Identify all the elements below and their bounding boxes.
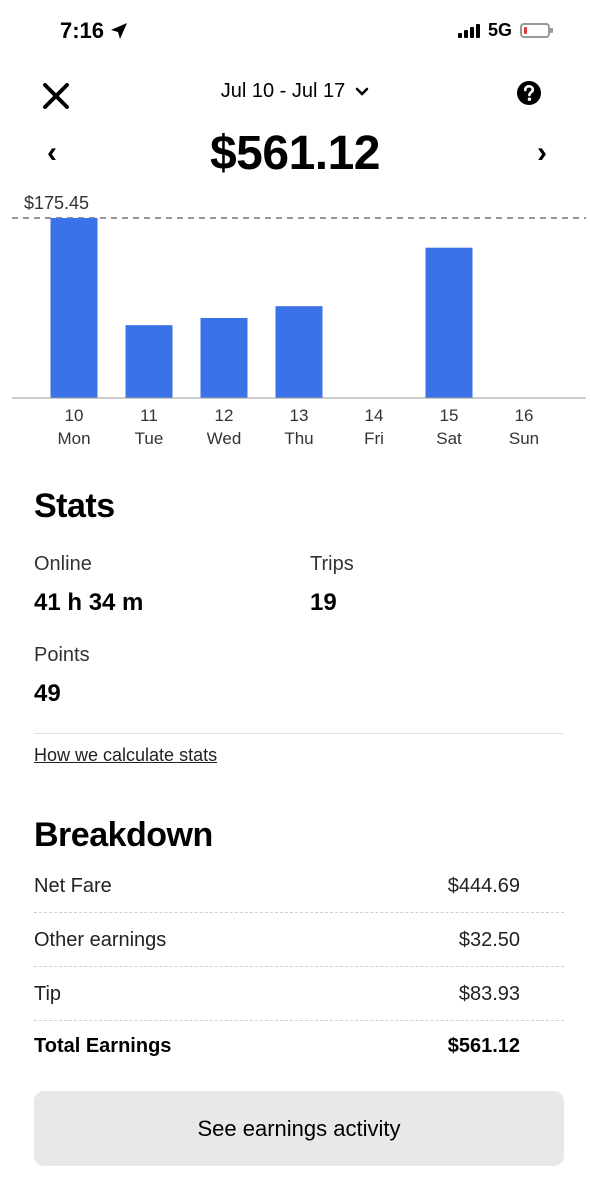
chart-bar-thu[interactable] [275, 306, 323, 398]
breakdown-row-tip: Tip $83.93 [34, 983, 520, 1006]
see-earnings-activity-label: See earnings activity [197, 1115, 401, 1141]
x-tick-day-number: 14 [365, 406, 384, 425]
x-tick-day-number: 13 [290, 406, 309, 425]
x-tick-day-number: 15 [440, 406, 459, 425]
x-tick-day-number: 12 [215, 406, 234, 425]
date-range-selector[interactable]: Jul 10 - Jul 17 [0, 80, 590, 103]
row-divider [34, 912, 564, 913]
row-divider [34, 1020, 564, 1021]
status-time-text: 7:16 [60, 18, 105, 43]
x-tick-day-number: 11 [140, 406, 158, 425]
help-button[interactable] [516, 80, 542, 106]
trips-label: Trips [310, 553, 354, 575]
x-tick-day-name: Thu [284, 429, 313, 448]
chevron-right-icon: › [537, 136, 547, 169]
earnings-bar-chart: $175.45 10 Mon 11 Tue 12 Wed 13 Thu 14 Fri 15 Sat 16… [12, 193, 586, 448]
breakdown-row-label: Other earnings [34, 929, 167, 951]
stats-divider [34, 733, 564, 734]
breakdown-row-value: $83.93 [458, 983, 520, 1005]
chart-bar-sat[interactable] [425, 247, 473, 398]
chevron-down-icon [356, 87, 369, 96]
breakdown-row-label: Tip [34, 983, 62, 1005]
next-week-button[interactable]: › [530, 136, 554, 170]
x-tick-day-name: Tue [135, 429, 164, 448]
chart-bar-tue[interactable] [125, 325, 173, 398]
breakdown-row-other-earnings: Other earnings $32.50 [34, 929, 520, 952]
breakdown-row-net-fare: Net Fare $444.69 [34, 875, 520, 898]
see-earnings-activity-button[interactable]: See earnings activity [34, 1091, 564, 1166]
row-divider [34, 966, 564, 967]
breakdown-row-total: Total Earnings $561.12 [34, 1035, 520, 1058]
how-we-calculate-stats-link[interactable]: How we calculate stats [34, 745, 217, 766]
points-value: 49 [34, 680, 61, 707]
trips-value: 19 [310, 589, 337, 616]
week-total: $561.12 [209, 127, 381, 180]
date-range-label: Jul 10 - Jul 17 [220, 80, 346, 102]
breakdown-row-label: Net Fare [34, 875, 112, 897]
chart-bar-mon[interactable] [50, 218, 98, 398]
online-value: 41 h 34 m [34, 589, 144, 616]
battery-icon [520, 23, 553, 38]
location-arrow-icon [111, 23, 128, 39]
breakdown-heading: Breakdown [34, 816, 213, 854]
x-tick-day-name: Sun [509, 429, 539, 448]
points-label: Points [34, 644, 90, 666]
breakdown-row-value: $444.69 [447, 875, 520, 897]
x-tick-day-name: Fri [364, 429, 384, 448]
breakdown-total-label: Total Earnings [34, 1035, 172, 1057]
status-time: 7:16 [60, 18, 128, 44]
x-tick-day-number: 16 [515, 406, 534, 425]
chart-bar-wed[interactable] [200, 317, 248, 398]
breakdown-row-value: $32.50 [458, 929, 520, 951]
online-label: Online [34, 553, 92, 575]
network-label: 5G [487, 20, 512, 40]
breakdown-total-value: $561.12 [447, 1035, 520, 1057]
x-tick-day-name: Wed [207, 429, 242, 448]
stats-heading: Stats [34, 487, 115, 525]
chart-max-label: $175.45 [24, 193, 89, 213]
status-indicators: 5G [457, 20, 553, 41]
x-tick-day-name: Sat [436, 429, 462, 448]
x-tick-day-name: Mon [57, 429, 90, 448]
help-icon [517, 81, 541, 105]
signal-icon [457, 23, 480, 38]
x-tick-day-number: 10 [65, 406, 84, 425]
